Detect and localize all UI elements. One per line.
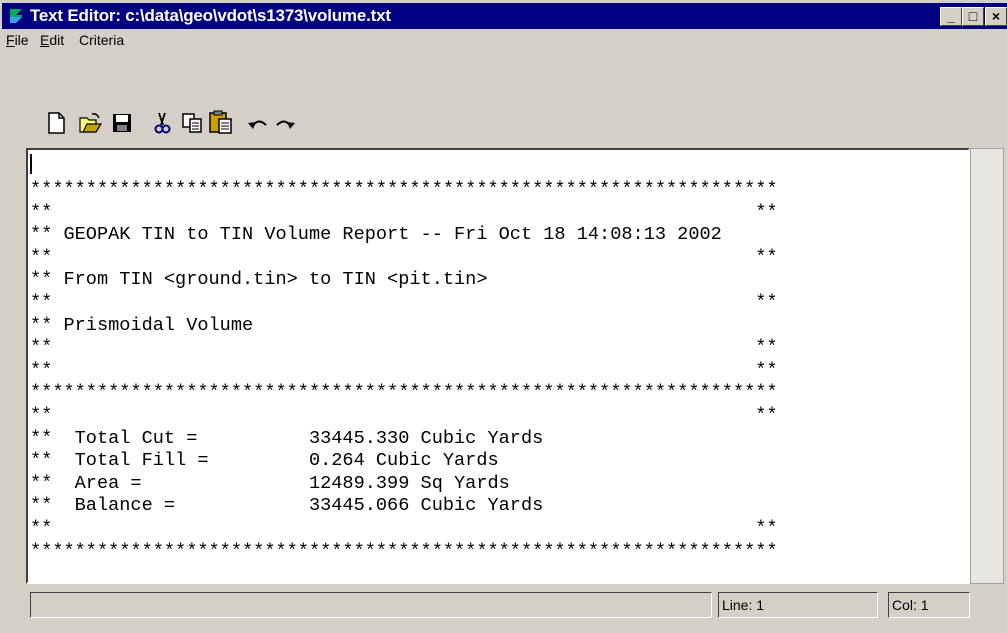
editor-line: ** ** [30, 201, 778, 223]
text-caret [30, 154, 32, 174]
paste-icon[interactable] [208, 109, 234, 135]
editor-line: ** ** [30, 359, 778, 381]
new-file-icon[interactable] [44, 111, 68, 135]
menu-file[interactable]: File [6, 32, 29, 48]
window-title: Text Editor: c:\data\geo\vdot\s1373\volu… [30, 6, 391, 25]
editor-line: ** ** [30, 337, 778, 359]
vertical-scrollbar[interactable] [970, 148, 1004, 584]
close-icon: × [991, 8, 1001, 24]
toolbar [0, 53, 1007, 143]
maximize-icon: □ [968, 8, 978, 24]
text-editor-window: Text Editor: c:\data\geo\vdot\s1373\volu… [0, 0, 1007, 633]
editor-line: ** ** [30, 246, 778, 268]
status-col: Col: 1 [888, 592, 970, 618]
copy-icon[interactable] [180, 111, 204, 135]
editor-line: ** Area = 12489.399 Sq Yards [30, 472, 510, 494]
text-editor-area[interactable]: ****************************************… [26, 148, 970, 584]
status-line: Line: 1 [718, 592, 878, 618]
editor-line: ** Total Fill = 0.264 Cubic Yards [30, 450, 499, 472]
menu-edit[interactable]: Edit [40, 32, 64, 48]
undo-icon[interactable] [246, 113, 270, 137]
cut-icon[interactable] [150, 111, 174, 135]
editor-line: ** Prismoidal Volume [30, 314, 254, 336]
geopak-logo-icon [6, 6, 26, 26]
editor-content: ****************************************… [30, 179, 778, 563]
minimize-icon: _ [947, 8, 955, 24]
editor-line: ** ** [30, 291, 778, 313]
editor-line: ** Balance = 33445.066 Cubic Yards [30, 495, 544, 517]
editor-line: ** ** [30, 404, 778, 426]
menu-criteria[interactable]: Criteria [79, 32, 124, 48]
open-folder-icon[interactable] [78, 111, 102, 135]
maximize-button[interactable]: □ [962, 7, 984, 26]
editor-line: ** ** [30, 517, 778, 539]
editor-line: ****************************************… [30, 540, 778, 562]
close-button[interactable]: × [985, 7, 1007, 26]
save-icon[interactable] [110, 111, 134, 135]
redo-icon[interactable] [273, 113, 297, 137]
editor-line: ****************************************… [30, 382, 778, 404]
menu-bar: File Edit Criteria [0, 29, 1007, 51]
title-bar[interactable]: Text Editor: c:\data\geo\vdot\s1373\volu… [2, 3, 1007, 29]
status-message [30, 592, 712, 618]
editor-line: ** Total Cut = 33445.330 Cubic Yards [30, 427, 544, 449]
editor-line: ** GEOPAK TIN to TIN Volume Report -- Fr… [30, 224, 722, 246]
editor-line: ** From TIN <ground.tin> to TIN <pit.tin… [30, 269, 488, 291]
status-bar: Line: 1 Col: 1 [0, 591, 1007, 631]
editor-line: ****************************************… [30, 179, 778, 200]
minimize-button[interactable]: _ [940, 7, 962, 26]
